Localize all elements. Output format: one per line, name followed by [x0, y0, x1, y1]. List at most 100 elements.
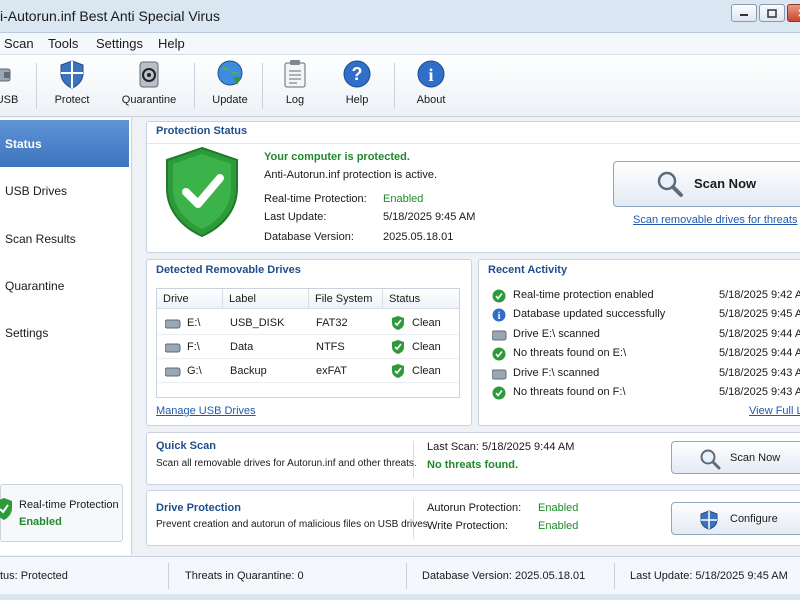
- status-text: tus: Protected: [0, 570, 68, 582]
- shield-icon: [57, 59, 87, 89]
- menu-tools[interactable]: Tools: [48, 36, 78, 51]
- toolbar-help-label: Help: [345, 94, 369, 106]
- col-status[interactable]: Status: [383, 289, 459, 309]
- drive-fs: FAT32: [316, 317, 348, 329]
- svg-text:?: ?: [352, 64, 363, 84]
- protected-headline: Your computer is protected.: [264, 151, 410, 163]
- drive-protection-title: Drive Protection: [156, 502, 241, 514]
- write-protection-value: Enabled: [538, 520, 579, 532]
- help-icon: ?: [342, 59, 372, 89]
- configure-button[interactable]: Configure: [671, 502, 800, 535]
- protection-status-title: Protection Status: [156, 125, 248, 137]
- drive-letter: E:\: [187, 317, 201, 329]
- col-label[interactable]: Label: [223, 289, 309, 309]
- activity-time: 5/18/2025 9:43 AM: [719, 386, 800, 398]
- usb-drive-icon: [0, 59, 22, 89]
- shield-check-icon: [392, 340, 404, 354]
- menu-scan[interactable]: Scan: [4, 36, 34, 51]
- toolbar-usb-button[interactable]: USB: [0, 59, 22, 115]
- list-item: No threats found on F:\ 5/18/2025 9:43 A…: [492, 384, 800, 403]
- toolbar: USB Protect Quarantine Update Log ? Help: [0, 55, 800, 117]
- toolbar-update-label: Update: [212, 94, 248, 106]
- maximize-button[interactable]: [759, 4, 785, 22]
- sidebar-item-settings[interactable]: Settings: [0, 309, 129, 356]
- drive-label: Data: [230, 341, 254, 353]
- activity-message: Database updated successfully: [513, 308, 666, 320]
- minimize-button[interactable]: [731, 4, 757, 22]
- detected-drives-title: Detected Removable Drives: [156, 264, 301, 276]
- check-icon: [492, 347, 506, 361]
- shield-check-icon: [392, 364, 404, 378]
- autorun-protection-label: Autorun Protection:: [427, 502, 522, 514]
- list-item: i Database updated successfully 5/18/202…: [492, 306, 800, 325]
- toolbar-about-label: About: [416, 94, 446, 106]
- drive-icon: [165, 367, 181, 377]
- last-scan-text: Last Scan: 5/18/2025 9:44 AM: [427, 441, 575, 453]
- close-button[interactable]: ✕: [787, 4, 800, 22]
- activity-time: 5/18/2025 9:43 AM: [719, 367, 800, 379]
- sidebar-item-label: Scan Results: [5, 231, 76, 246]
- manage-usb-drives-link[interactable]: Manage USB Drives: [156, 405, 256, 417]
- activity-message: Drive F:\ scanned: [513, 367, 600, 379]
- drive-label: USB_DISK: [230, 317, 285, 329]
- status-bar: tus: Protected Threats in Quarantine: 0 …: [0, 556, 800, 594]
- sidebar-item-label: USB Drives: [5, 183, 68, 198]
- drive-icon: [165, 319, 181, 329]
- toolbar-update-button[interactable]: Update: [210, 59, 250, 115]
- toolbar-about-button[interactable]: i About: [413, 59, 449, 115]
- menu-settings[interactable]: Settings: [96, 36, 143, 51]
- shield-check-icon: [392, 316, 404, 330]
- sidebar-item-quarantine[interactable]: Quarantine: [0, 262, 129, 309]
- col-drive[interactable]: Drive: [157, 289, 223, 309]
- sidebar-item-status[interactable]: Status: [0, 120, 129, 167]
- toolbar-quarantine-button[interactable]: Quarantine: [117, 59, 181, 115]
- col-file-system[interactable]: File System: [309, 289, 383, 309]
- toolbar-help-button[interactable]: ? Help: [340, 59, 374, 115]
- view-full-log-link[interactable]: View Full Lo: [749, 405, 800, 417]
- sidebar-item-usb-drives[interactable]: USB Drives: [0, 167, 129, 214]
- toolbar-log-button[interactable]: Log: [278, 59, 312, 115]
- drive-icon: [492, 369, 507, 380]
- info-icon: i: [416, 59, 446, 89]
- scan-now-button[interactable]: Scan Now: [613, 161, 800, 207]
- biohazard-icon: [134, 59, 164, 89]
- check-icon: [492, 289, 506, 303]
- toolbar-separator: [194, 63, 195, 109]
- menu-bar: Scan Tools Settings Help: [0, 33, 800, 55]
- globe-update-icon: [215, 59, 245, 89]
- table-row[interactable]: F:\ Data NTFS Clean: [157, 335, 459, 359]
- toolbar-protect-button[interactable]: Protect: [52, 59, 92, 115]
- drive-protection-desc: Prevent creation and autorun of maliciou…: [156, 519, 431, 530]
- toolbar-quarantine-label: Quarantine: [121, 94, 177, 106]
- protection-subline: Anti-Autorun.inf protection is active.: [264, 169, 438, 181]
- realtime-protection-value: Enabled: [383, 193, 424, 205]
- quarantine-count: Threats in Quarantine: 0: [185, 570, 304, 582]
- scan-removable-link[interactable]: Scan removable drives for threats: [633, 214, 797, 226]
- scan-now-label: Scan Now: [694, 176, 757, 191]
- activity-message: Real-time protection enabled: [513, 289, 654, 301]
- drive-status: Clean: [412, 341, 441, 353]
- drive-status: Clean: [412, 365, 441, 377]
- menu-help[interactable]: Help: [158, 36, 185, 51]
- window-title: i-Autorun.inf Best Anti Special Virus: [0, 8, 220, 24]
- drive-letter: G:\: [187, 365, 202, 377]
- maximize-icon: [767, 8, 777, 18]
- realtime-protection-label: Real-time Protection:: [264, 193, 367, 205]
- quick-scan-desc: Scan all removable drives for Autorun.in…: [156, 458, 417, 469]
- realtime-protection-box: Real-time Protection Enabled: [0, 484, 123, 542]
- list-item: Drive E:\ scanned 5/18/2025 9:44 AM: [492, 326, 800, 345]
- sidebar-item-label: Quarantine: [5, 278, 65, 293]
- drive-icon: [492, 330, 507, 341]
- quick-scan-result: No threats found.: [427, 459, 519, 471]
- database-version-value: 2025.05.18.01: [383, 231, 454, 243]
- quick-scan-button[interactable]: Scan Now: [671, 441, 800, 474]
- check-icon: [492, 386, 506, 400]
- status-db-version: Database Version: 2025.05.18.01: [422, 570, 586, 582]
- drive-fs: exFAT: [316, 365, 347, 377]
- sidebar-item-scan-results[interactable]: Scan Results: [0, 215, 129, 262]
- table-row[interactable]: G:\ Backup exFAT Clean: [157, 359, 459, 383]
- magnifier-icon: [700, 449, 721, 470]
- activity-message: Drive E:\ scanned: [513, 328, 600, 340]
- table-row[interactable]: E:\ USB_DISK FAT32 Clean: [157, 311, 459, 335]
- list-item: Drive F:\ scanned 5/18/2025 9:43 AM: [492, 365, 800, 384]
